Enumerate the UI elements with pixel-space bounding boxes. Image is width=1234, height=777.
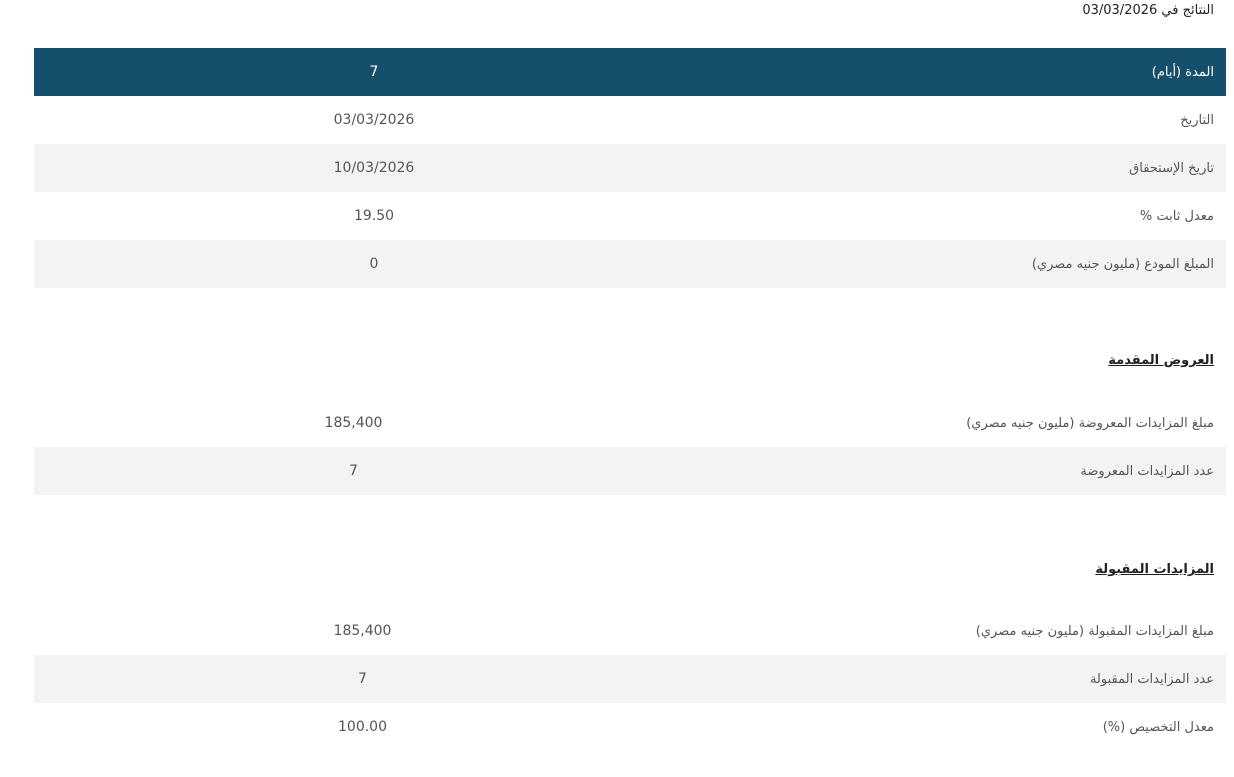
deposited-amount-value: 0 — [34, 240, 714, 288]
results-heading: النتائج في 03/03/2026 — [1082, 3, 1214, 18]
maturity-date-value: 10/03/2026 — [34, 144, 714, 192]
table-row-maturity-date: تاريخ الإستحقاق 10/03/2026 — [34, 144, 1226, 192]
date-value: 03/03/2026 — [333, 112, 415, 128]
submitted-offers-title: العروض المقدمة — [1108, 353, 1214, 368]
accepted-count-value: 7 — [34, 655, 691, 703]
table-row-fixed-rate: معدل ثابت % 19.50 — [34, 192, 1226, 240]
table-row-date: التاريخ 03/03/2026 — [34, 96, 1226, 144]
offered-amount-label: مبلغ المزايدات المعروضة (مليون جنيه مصري… — [966, 415, 1214, 431]
allocation-rate-label: معدل التخصيص (%) — [1102, 719, 1214, 735]
submitted-offers-table: مبلغ المزايدات المعروضة (مليون جنيه مصري… — [34, 399, 1226, 495]
accepted-count-label: عدد المزايدات المقبولة — [691, 655, 1226, 703]
table-row-accepted-amount: مبلغ المزايدات المقبولة (مليون جنيه مصري… — [34, 607, 1226, 655]
fixed-rate-label: معدل ثابت % — [1139, 208, 1214, 224]
deposited-amount-label: المبلغ المودع (مليون جنيه مصري) — [714, 240, 1226, 288]
table-row-offered-count: عدد المزايدات المعروضة 7 — [34, 447, 1226, 495]
accepted-bids-title: المزايدات المقبولة — [1095, 562, 1214, 577]
offered-count-label: عدد المزايدات المعروضة — [673, 447, 1226, 495]
allocation-rate-value: 100.00 — [338, 719, 387, 735]
maturity-date-label: تاريخ الإستحقاق — [714, 144, 1226, 192]
table-row-offered-amount: مبلغ المزايدات المعروضة (مليون جنيه مصري… — [34, 399, 1226, 447]
accepted-amount-label: مبلغ المزايدات المقبولة (مليون جنيه مصري… — [975, 623, 1214, 639]
offered-count-value: 7 — [34, 447, 673, 495]
table-row-allocation-rate: معدل التخصيص (%) 100.00 — [34, 703, 1226, 751]
accepted-amount-value: 185,400 — [333, 623, 392, 639]
table-row-deposited-amount: المبلغ المودع (مليون جنيه مصري) 0 — [34, 240, 1226, 288]
duration-value: 7 — [34, 48, 714, 96]
date-label: التاريخ — [1180, 112, 1214, 128]
offered-amount-value: 185,400 — [324, 415, 383, 431]
table-row-duration: المدة (أيام) 7 — [34, 48, 1226, 96]
accepted-bids-table: مبلغ المزايدات المقبولة (مليون جنيه مصري… — [34, 607, 1226, 751]
auction-summary-table: المدة (أيام) 7 التاريخ 03/03/2026 تاريخ … — [34, 48, 1226, 288]
fixed-rate-value: 19.50 — [353, 208, 395, 224]
duration-label: المدة (أيام) — [714, 48, 1226, 96]
table-row-accepted-count: عدد المزايدات المقبولة 7 — [34, 655, 1226, 703]
